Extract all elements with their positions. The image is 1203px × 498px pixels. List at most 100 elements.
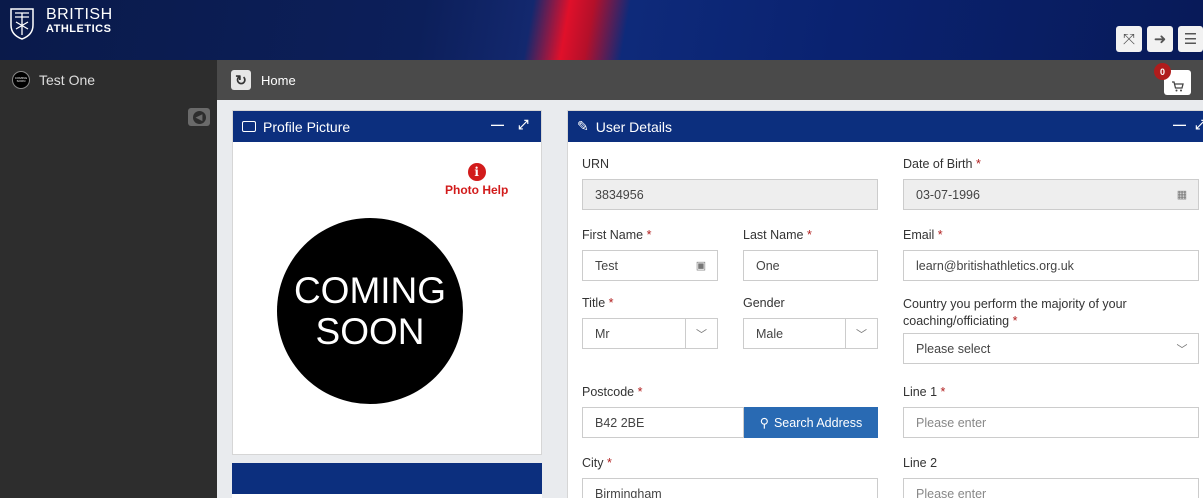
required-marker: * bbox=[608, 296, 614, 310]
avatar: COMING SOON bbox=[12, 71, 30, 89]
country-label-line2: coaching/officiating bbox=[903, 314, 1010, 328]
profile-panel-title: Profile Picture bbox=[263, 118, 351, 135]
gender-select[interactable]: Male ﹀ bbox=[743, 318, 878, 349]
last-name-value: One bbox=[756, 258, 780, 273]
email-value: learn@britishathletics.org.uk bbox=[916, 258, 1074, 273]
last-name-label: Last Name * bbox=[743, 228, 812, 242]
title-select[interactable]: Mr ﹀ bbox=[582, 318, 718, 349]
postcode-field[interactable]: B42 2BE bbox=[582, 407, 744, 438]
email-field[interactable]: learn@britishathletics.org.uk bbox=[903, 250, 1199, 281]
chevron-down-icon: ﹀ bbox=[845, 319, 877, 348]
dob-value: 03-07-1996 bbox=[916, 187, 980, 202]
title-label-text: Title bbox=[582, 296, 606, 310]
urn-label: URN bbox=[582, 157, 610, 171]
urn-value: 3834956 bbox=[595, 187, 644, 202]
user-details-panel: ✎ User Details — ⤢ URN 3834956 Date of B… bbox=[567, 110, 1203, 498]
dob-label-text: Date of Birth bbox=[903, 157, 973, 171]
required-marker: * bbox=[607, 456, 612, 470]
first-name-label: First Name * bbox=[582, 228, 651, 242]
expand-icon[interactable]: ⤢ bbox=[1195, 117, 1203, 133]
first-name-field[interactable]: Test ▣ bbox=[582, 250, 718, 281]
cart-icon bbox=[1171, 81, 1184, 92]
details-panel-title: User Details bbox=[595, 118, 672, 135]
required-marker: * bbox=[637, 385, 643, 399]
sidebar-collapse-button[interactable]: ◀ bbox=[188, 108, 210, 126]
required-marker: * bbox=[646, 228, 652, 242]
title-value: Mr bbox=[595, 326, 610, 341]
fullscreen-button[interactable]: ⤧ bbox=[1116, 26, 1142, 52]
required-marker: * bbox=[940, 385, 946, 399]
minimize-icon[interactable]: — bbox=[491, 117, 504, 132]
required-marker: * bbox=[806, 228, 812, 242]
search-address-button[interactable]: ⚲ Search Address bbox=[744, 407, 878, 438]
line1-field[interactable]: Please enter bbox=[903, 407, 1199, 438]
email-label: Email * bbox=[903, 228, 943, 242]
last-name-field[interactable]: One bbox=[743, 250, 878, 281]
user-name: Test One bbox=[39, 72, 96, 88]
postcode-label-text: Postcode bbox=[582, 385, 635, 399]
brand-line1: BRITISH bbox=[46, 6, 113, 23]
refresh-icon[interactable]: ↻ bbox=[231, 70, 251, 90]
postcode-label: Postcode * bbox=[582, 385, 642, 399]
breadcrumb: ↻ Home 0 bbox=[217, 60, 1203, 100]
gender-label: Gender bbox=[743, 296, 785, 310]
country-value: Please select bbox=[916, 341, 991, 356]
profile-image-placeholder: COMING SOON bbox=[277, 218, 463, 404]
main-content: Profile Picture — ⤢ i Photo Help COMING … bbox=[217, 100, 1203, 498]
placeholder-line1: COMING bbox=[293, 270, 447, 311]
photo-help-label: Photo Help bbox=[445, 183, 509, 197]
last-name-label-text: Last Name bbox=[743, 228, 804, 242]
country-label-line1: Country you perform the majority of your bbox=[903, 297, 1127, 311]
logout-button[interactable]: ➜ bbox=[1147, 26, 1173, 52]
city-label: City * bbox=[582, 456, 612, 470]
breadcrumb-home[interactable]: Home bbox=[261, 73, 296, 88]
expand-icon[interactable]: ⤢ bbox=[518, 117, 528, 133]
search-icon: ⚲ bbox=[759, 416, 769, 430]
details-panel-header: ✎ User Details — ⤢ bbox=[568, 111, 1203, 142]
line2-field[interactable]: Please enter bbox=[903, 478, 1199, 498]
line1-placeholder: Please enter bbox=[916, 415, 987, 430]
cart-count-badge: 0 bbox=[1154, 63, 1171, 80]
crest-icon bbox=[10, 8, 34, 40]
city-field[interactable]: Birmingham bbox=[582, 478, 878, 498]
dob-field[interactable]: 03-07-1996 ▦ bbox=[903, 179, 1199, 210]
line1-label: Line 1 * bbox=[903, 385, 945, 399]
dob-label: Date of Birth * bbox=[903, 157, 981, 171]
placeholder-line2: SOON bbox=[315, 311, 425, 352]
postcode-value: B42 2BE bbox=[595, 415, 645, 430]
top-navbar: BRITISH ATHLETICS ⤧ ➜ ☰ bbox=[0, 0, 1203, 60]
photo-help-link[interactable]: i Photo Help bbox=[445, 163, 508, 197]
contact-card-icon: ▣ bbox=[695, 260, 707, 272]
line2-label: Line 2 bbox=[903, 456, 938, 470]
gender-value: Male bbox=[756, 326, 784, 341]
first-name-label-text: First Name bbox=[582, 228, 644, 242]
picture-icon bbox=[242, 121, 256, 132]
chevron-down-icon: ﹀ bbox=[1176, 343, 1188, 356]
info-icon: i bbox=[467, 163, 486, 181]
country-label: Country you perform the majority of your… bbox=[903, 296, 1127, 330]
second-panel-header bbox=[232, 463, 542, 494]
brand-line2: ATHLETICS bbox=[46, 23, 112, 35]
fullscreen-icon: ⤧ bbox=[1122, 30, 1135, 48]
urn-field: 3834956 bbox=[582, 179, 878, 210]
search-address-label: Search Address bbox=[773, 415, 863, 430]
chevron-down-icon: ﹀ bbox=[685, 319, 717, 348]
sidebar-user[interactable]: COMING SOON Test One bbox=[0, 60, 217, 100]
minimize-icon[interactable]: — bbox=[1173, 117, 1186, 132]
city-value: Birmingham bbox=[595, 486, 662, 498]
calendar-icon[interactable]: ▦ bbox=[1166, 180, 1198, 209]
menu-icon: ☰ bbox=[1183, 31, 1198, 48]
line2-placeholder: Please enter bbox=[916, 486, 987, 498]
brand-logo[interactable]: BRITISH ATHLETICS bbox=[8, 7, 113, 41]
cart-button[interactable]: 0 bbox=[1154, 63, 1191, 95]
sidebar: COMING SOON Test One ◀ bbox=[0, 60, 217, 498]
edit-icon: ✎ bbox=[577, 118, 589, 134]
menu-button[interactable]: ☰ bbox=[1178, 26, 1203, 52]
second-panel bbox=[232, 463, 542, 498]
required-marker: * bbox=[1012, 314, 1018, 328]
required-marker: * bbox=[975, 157, 981, 171]
first-name-value: Test bbox=[595, 258, 618, 273]
country-select[interactable]: Please select ﹀ bbox=[903, 333, 1199, 364]
city-label-text: City bbox=[582, 456, 604, 470]
profile-panel-header: Profile Picture — ⤢ bbox=[233, 111, 541, 142]
